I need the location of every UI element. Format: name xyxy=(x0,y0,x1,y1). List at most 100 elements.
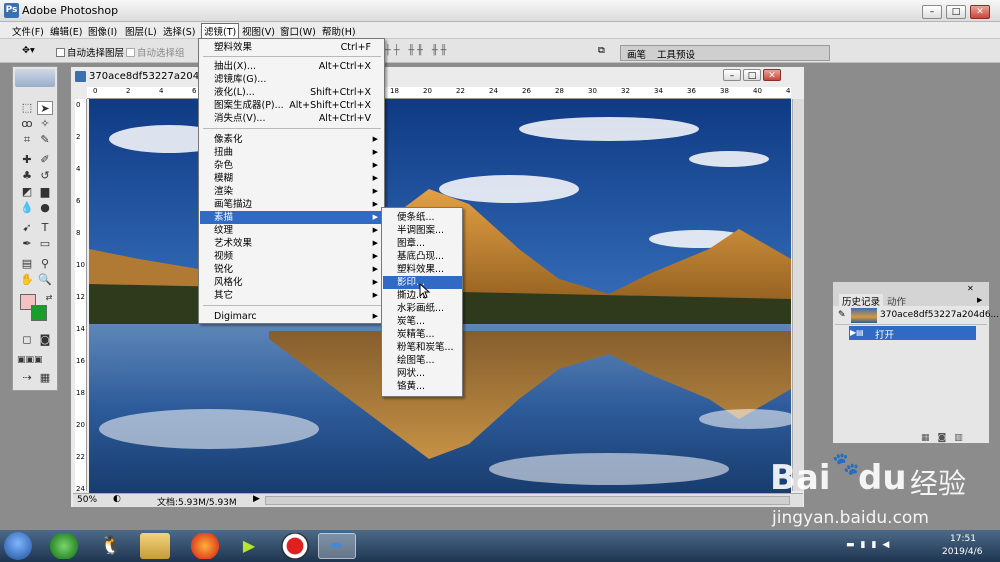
filter-menu-item[interactable]: 纹理 ▶ xyxy=(200,224,383,237)
menu-5[interactable]: 滤镜(T) xyxy=(201,23,240,39)
filter-menu-item[interactable]: Digimarc ▶ xyxy=(200,310,383,323)
filter-menu-item[interactable]: 塑料效果 Ctrl+F xyxy=(200,41,383,54)
menu-8[interactable]: 帮助(H) xyxy=(322,24,356,38)
slice-tool-icon[interactable]: ✎ xyxy=(37,133,53,147)
clone-stamp-icon[interactable]: ♣ xyxy=(19,169,35,183)
notes-tool-icon[interactable]: ▤ xyxy=(19,257,35,271)
filter-menu-item[interactable]: 锐化 ▶ xyxy=(200,263,383,276)
filter-menu-item[interactable]: 图案生成器(P)... Alt+Shift+Ctrl+X xyxy=(200,99,383,112)
clock-date[interactable]: 2019/4/6 xyxy=(942,547,982,557)
palette-menu-icon[interactable]: ▶ xyxy=(977,296,982,304)
doc-close-button[interactable]: ✕ xyxy=(763,69,781,81)
tab-actions[interactable]: 动作 xyxy=(887,294,906,308)
sketch-menu-item[interactable]: 半调图案... xyxy=(383,224,462,237)
standard-mode-icon[interactable]: ◻ xyxy=(19,333,35,347)
eraser-tool-icon[interactable]: ◩ xyxy=(19,185,35,199)
hand-tool-icon[interactable]: ✋ xyxy=(19,273,35,287)
filter-menu-item[interactable]: 杂色 ▶ xyxy=(200,159,383,172)
file-explorer-icon[interactable] xyxy=(140,533,170,559)
menu-6[interactable]: 视图(V) xyxy=(242,24,275,38)
history-step[interactable]: ▶▤ 打开 xyxy=(849,326,976,341)
filter-menu-item[interactable]: 视频 ▶ xyxy=(200,250,383,263)
marquee-tool-icon[interactable]: ⬚ xyxy=(19,101,35,115)
tab-tool-presets[interactable]: 工具预设 xyxy=(657,47,695,61)
doc-maximize-button[interactable]: □ xyxy=(743,69,761,81)
filter-menu-item[interactable]: 素描 ▶ xyxy=(200,211,383,224)
sketch-menu-item[interactable]: 绘图笔... xyxy=(383,354,462,367)
path-select-icon[interactable]: ➹ xyxy=(19,221,35,235)
photoshop-taskbar-icon[interactable]: ✒ xyxy=(318,533,356,559)
media-player-icon[interactable]: ▶ xyxy=(230,533,268,559)
filter-menu-item[interactable]: 渲染 ▶ xyxy=(200,185,383,198)
gradient-tool-icon[interactable]: ▆ xyxy=(37,185,53,199)
menu-7[interactable]: 窗口(W) xyxy=(280,24,316,38)
close-button[interactable]: ✕ xyxy=(970,5,990,19)
filter-menu-item[interactable]: 滤镜库(G)... xyxy=(200,73,383,86)
start-button-icon[interactable] xyxy=(4,532,32,560)
menu-4[interactable]: 选择(S) xyxy=(163,24,195,38)
sketch-menu-item[interactable]: 铬黄... xyxy=(383,380,462,393)
swap-colors-icon[interactable]: ⇄ xyxy=(41,291,57,305)
shape-tool-icon[interactable]: ▭ xyxy=(37,237,53,251)
jump-to-imageready-icon[interactable]: ⇢ xyxy=(19,371,35,385)
history-footer-buttons[interactable]: ▦◙▥ xyxy=(921,433,971,443)
quick-mask-icon[interactable]: ◙ xyxy=(37,333,53,347)
lasso-tool-icon[interactable]: ꝏ xyxy=(19,117,35,131)
palette-close-icon[interactable]: ✕ xyxy=(967,284,974,293)
tab-brush[interactable]: 画笔 xyxy=(627,47,646,61)
minimize-button[interactable]: – xyxy=(922,5,942,19)
app-green-icon[interactable] xyxy=(45,533,83,559)
sketch-menu-item[interactable]: 基底凸现... xyxy=(383,250,462,263)
qq-icon[interactable]: 🐧 xyxy=(92,533,130,559)
filter-menu-item[interactable]: 风格化 ▶ xyxy=(200,276,383,289)
status-menu-arrow-icon[interactable]: ▶ xyxy=(253,494,260,504)
brush-tool-icon[interactable]: ✐ xyxy=(37,153,53,167)
filter-menu-item[interactable]: 液化(L)... Shift+Ctrl+X xyxy=(200,86,383,99)
history-snapshot[interactable]: ✎ 370ace8df53227a204d6... xyxy=(835,307,999,325)
filter-menu-item[interactable]: 模糊 ▶ xyxy=(200,172,383,185)
magic-wand-icon[interactable]: ✧ xyxy=(37,117,53,131)
healing-brush-icon[interactable]: ✚ xyxy=(19,153,35,167)
crop-tool-icon[interactable]: ⌗ xyxy=(19,133,35,147)
sketch-menu-item[interactable]: 水彩画纸... xyxy=(383,302,462,315)
history-brush-icon[interactable]: ↺ xyxy=(37,169,53,183)
auto-select-group-checkbox[interactable]: 自动选择组 xyxy=(126,45,185,59)
sketch-menu-item[interactable]: 粉笔和炭笔... xyxy=(383,341,462,354)
move-tool-icon[interactable]: ✥▾ xyxy=(22,45,35,56)
type-tool-icon[interactable]: T xyxy=(37,221,53,235)
sketch-menu-item[interactable]: 网状... xyxy=(383,367,462,380)
move-tool-icon[interactable]: ➤ xyxy=(37,101,53,115)
doc-minimize-button[interactable]: – xyxy=(723,69,741,81)
filter-menu-item[interactable]: 画笔描边 ▶ xyxy=(200,198,383,211)
background-color-swatch[interactable] xyxy=(31,305,47,321)
filter-menu-item[interactable]: 艺术效果 ▶ xyxy=(200,237,383,250)
doc-info-icon[interactable]: ◐ xyxy=(113,494,121,504)
filter-menu-item[interactable]: 扭曲 ▶ xyxy=(200,146,383,159)
zoom-level[interactable]: 50% xyxy=(77,495,97,505)
filter-menu-item[interactable]: 像素化 ▶ xyxy=(200,133,383,146)
menu-3[interactable]: 图层(L) xyxy=(125,24,157,38)
menu-2[interactable]: 图像(I) xyxy=(88,24,117,38)
vertical-scrollbar[interactable] xyxy=(792,99,804,491)
screen-mode-icon[interactable]: ▣▣▣ xyxy=(17,353,43,367)
eyedropper-icon[interactable]: ⚲ xyxy=(37,257,53,271)
zoom-tool-icon[interactable]: 🔍 xyxy=(37,273,53,287)
sketch-menu-item[interactable]: 炭精笔... xyxy=(383,328,462,341)
menu-1[interactable]: 编辑(E) xyxy=(50,24,82,38)
imageready-icon[interactable]: ▦ xyxy=(37,371,53,385)
sketch-menu-item[interactable]: 图章... xyxy=(383,237,462,250)
filter-menu-item[interactable]: 消失点(V)... Alt+Ctrl+V xyxy=(200,112,383,125)
filter-menu-item[interactable]: 抽出(X)... Alt+Ctrl+X xyxy=(200,60,383,73)
tray-icons[interactable]: ▬▮▮◀ xyxy=(846,540,895,550)
auto-select-layer-checkbox[interactable]: 自动选择图层 xyxy=(56,45,124,59)
pen-tool-icon[interactable]: ✒ xyxy=(19,237,35,251)
menu-0[interactable]: 文件(F) xyxy=(12,24,44,38)
sketch-menu-item[interactable]: 炭笔... xyxy=(383,315,462,328)
align-buttons[interactable]: ┼┼ ╫╫ ╫╫ xyxy=(385,45,449,56)
filter-menu-item[interactable]: 其它 ▶ xyxy=(200,289,383,302)
palette-well-icon[interactable]: ⧉ xyxy=(598,45,605,56)
sketch-menu-item[interactable]: 塑料效果... xyxy=(383,263,462,276)
firefox-icon[interactable] xyxy=(186,533,224,559)
recorder-icon[interactable] xyxy=(276,533,314,559)
sketch-menu-item[interactable]: 便条纸... xyxy=(383,211,462,224)
